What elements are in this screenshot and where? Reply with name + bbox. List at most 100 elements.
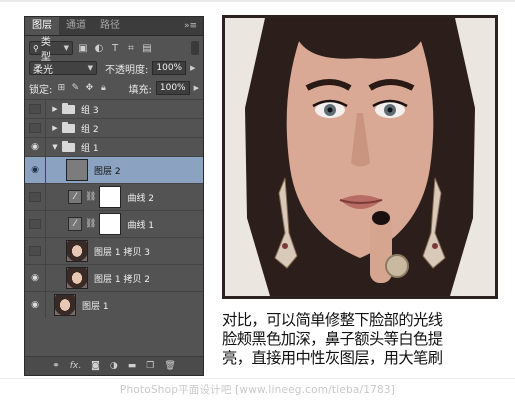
visibility-toggle[interactable]: ◉ (25, 157, 46, 183)
layer-name: 图层 1 拷贝 2 (94, 274, 151, 285)
layers-panel: 图层 通道 路径 »≡ ⚲ 类型 ▼ ▣ ◐ T ⌗ ▤ 柔光 ▼ 不透明度: … (24, 16, 204, 376)
adjustment-filter-icon[interactable]: ◐ (93, 43, 105, 54)
layer-thumbnail (66, 240, 88, 262)
layer-name: 曲线 2 (127, 193, 155, 204)
layer-thumbnail (54, 294, 76, 316)
blend-mode-dropdown[interactable]: 柔光 ▼ (29, 61, 97, 76)
lock-paint-icon[interactable]: ✎ (70, 83, 80, 93)
layer-1[interactable]: ◉ 图层 1 (25, 291, 203, 318)
layer-2-selected[interactable]: ◉ 图层 2 (25, 156, 203, 183)
layer-1-copy-3[interactable]: 图层 1 拷贝 3 (25, 237, 203, 264)
search-icon: ⚲ (33, 43, 39, 53)
layer-1-copy-2[interactable]: ◉ 图层 1 拷贝 2 (25, 264, 203, 291)
delete-layer-icon[interactable]: 🗑︎ (164, 361, 175, 371)
fill-label: 填充: (128, 84, 152, 96)
lock-transparent-icon[interactable]: ⊞ (56, 83, 66, 93)
tab-paths[interactable]: 路径 (93, 17, 127, 35)
panel-menu-icon[interactable]: »≡ (178, 17, 203, 35)
layer-name: 图层 2 (94, 166, 121, 177)
image-filter-icon[interactable]: ▣ (77, 43, 89, 54)
folder-icon (62, 102, 75, 114)
opacity-input[interactable]: 100% (152, 61, 187, 75)
visibility-toggle[interactable] (25, 238, 46, 264)
collapse-arrow-icon[interactable]: ▼ (50, 143, 60, 151)
hidden-visibility-box (29, 104, 41, 114)
layer-thumbnail (66, 159, 88, 181)
new-layer-icon[interactable]: ❐ (146, 361, 154, 371)
chevron-down-icon: ▼ (87, 64, 93, 72)
caption-line-2: 脸颊黑色加深，鼻子额头等白色提 (222, 330, 443, 348)
chevron-down-icon: ▼ (63, 44, 69, 52)
visibility-toggle[interactable] (25, 211, 46, 237)
top-divider (0, 0, 515, 2)
layer-name: 图层 1 (82, 301, 109, 312)
visibility-toggle[interactable]: ◉ (25, 265, 46, 291)
visibility-toggle[interactable]: ◉ (25, 292, 46, 318)
hidden-visibility-box (29, 246, 41, 256)
layer-thumbnail (66, 267, 88, 289)
bottom-divider (0, 378, 515, 379)
visibility-toggle[interactable] (25, 184, 46, 210)
layer-name: 组 1 (81, 143, 99, 154)
filter-kind-value: 类型 (40, 37, 51, 63)
blend-mode-value: 柔光 (33, 64, 53, 76)
layer-mask-thumbnail (99, 213, 122, 235)
fill-slider-icon[interactable]: ▶ (194, 84, 199, 92)
layer-group-1[interactable]: ◉ ▼ 组 1 (25, 137, 203, 156)
opacity-slider-icon[interactable]: ▶ (190, 64, 195, 72)
curves-adjustment-icon: ⁄ (68, 190, 82, 204)
portrait-photo (222, 15, 498, 299)
fill-input[interactable]: 100% (155, 81, 190, 95)
lock-all-icon[interactable]: 🔒︎ (98, 83, 108, 93)
expand-arrow-icon[interactable]: ▶ (50, 124, 60, 132)
tab-channels[interactable]: 通道 (59, 17, 93, 35)
folder-icon (62, 140, 75, 152)
visibility-toggle[interactable] (25, 100, 46, 118)
layer-curves-1[interactable]: ⁄ ⛓ 曲线 1 (25, 210, 203, 237)
panel-bottom-bar: ⚭ fx. ◙ ◑ ▬ ❐ 🗑︎ (25, 356, 203, 375)
layer-name: 组 2 (81, 124, 99, 135)
link-chain-icon: ⛓ (85, 192, 97, 202)
visibility-toggle[interactable]: ◉ (25, 138, 46, 156)
link-layers-icon[interactable]: ⚭ (52, 361, 60, 371)
folder-icon (62, 121, 75, 133)
lock-position-icon[interactable]: ✥ (84, 83, 94, 93)
filter-kind-dropdown[interactable]: ⚲ 类型 ▼ (29, 37, 73, 63)
filter-toggle-switch[interactable] (191, 41, 199, 55)
layer-curves-2[interactable]: ⁄ ⛓ 曲线 2 (25, 183, 203, 210)
shape-filter-icon[interactable]: ⌗ (125, 43, 137, 54)
opacity-label: 不透明度: (105, 64, 149, 76)
eye-icon: ◉ (31, 142, 39, 152)
link-chain-icon: ⛓ (85, 219, 97, 229)
caption-line-3: 亮，直接用中性灰图层，用大笔刷 (222, 349, 443, 367)
layer-name: 图层 1 拷贝 3 (94, 247, 151, 258)
hidden-visibility-box (29, 219, 41, 229)
blend-row: 柔光 ▼ 不透明度: 100% ▶ (25, 58, 203, 78)
layer-group-2[interactable]: ▶ 组 2 (25, 118, 203, 137)
caption-line-1: 对比，可以简单修整下脸部的光线 (222, 311, 443, 329)
layer-name: 曲线 1 (127, 220, 155, 231)
lock-label: 锁定: (29, 84, 53, 96)
layer-group-3[interactable]: ▶ 组 3 (25, 99, 203, 118)
hidden-visibility-box (29, 192, 41, 202)
eye-icon: ◉ (31, 273, 39, 283)
layer-name: 组 3 (81, 105, 99, 116)
eye-icon: ◉ (31, 165, 39, 175)
type-filter-icon[interactable]: T (109, 43, 121, 54)
filter-row: ⚲ 类型 ▼ ▣ ◐ T ⌗ ▤ (25, 37, 203, 63)
new-group-icon[interactable]: ▬ (128, 361, 137, 371)
eye-icon: ◉ (31, 300, 39, 310)
layers-list: ▶ 组 3 ▶ 组 2 ◉ ▼ 组 1 ◉ 图层 2 ⁄ ⛓ 曲线 2 ⁄ ⛓ … (25, 99, 203, 318)
hidden-visibility-box (29, 123, 41, 133)
curves-adjustment-icon: ⁄ (68, 217, 82, 231)
new-adjustment-icon[interactable]: ◑ (110, 361, 118, 371)
add-mask-icon[interactable]: ◙ (91, 361, 100, 371)
layer-mask-thumbnail (99, 186, 122, 208)
watermark-footer: PhotoShop平面设计吧 [www.lineeg.com/tieba/178… (119, 384, 396, 396)
expand-arrow-icon[interactable]: ▶ (50, 105, 60, 113)
caption-text: 对比，可以简单修整下脸部的光线 脸颊黑色加深，鼻子额头等白色提 亮，直接用中性灰… (222, 311, 508, 368)
fx-icon[interactable]: fx. (70, 361, 81, 371)
smart-object-filter-icon[interactable]: ▤ (141, 43, 153, 54)
lock-row: 锁定: ⊞ ✎ ✥ 🔒︎ 填充: 100% ▶ (25, 78, 203, 98)
visibility-toggle[interactable] (25, 119, 46, 137)
